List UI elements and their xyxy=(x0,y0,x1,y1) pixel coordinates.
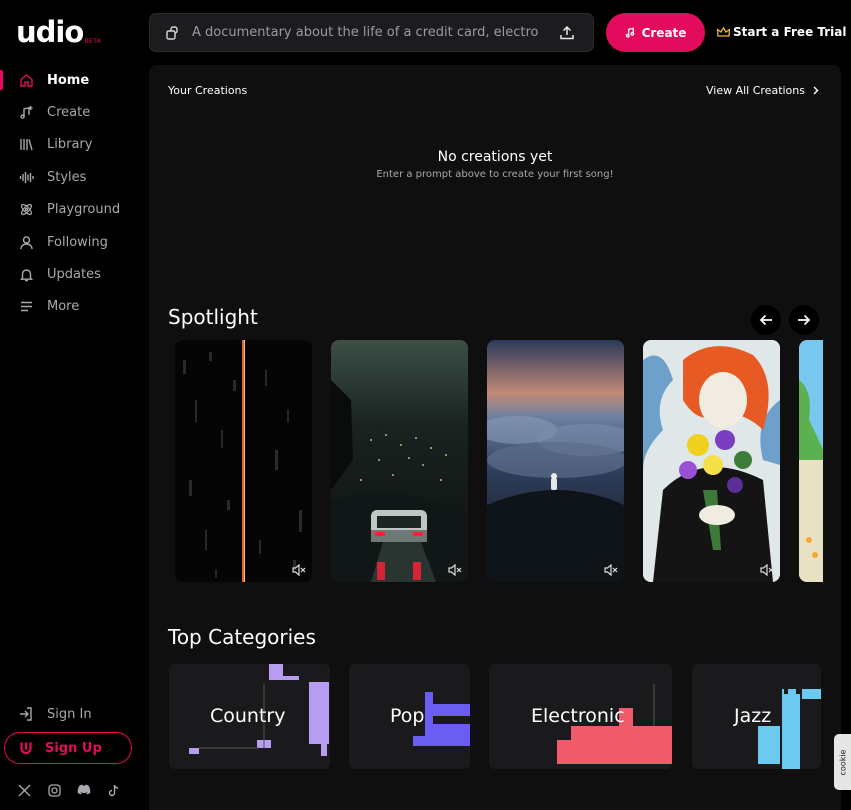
view-all-creations-link[interactable]: View All Creations xyxy=(706,84,819,97)
spotlight-card[interactable] xyxy=(487,340,624,582)
muted-icon[interactable] xyxy=(604,564,618,576)
sidebar-nav: Home Create Library Styles Playground Followi… xyxy=(0,64,140,323)
menu-icon xyxy=(18,299,34,315)
sidebar-item-label: Updates xyxy=(47,267,101,283)
udio-logo[interactable]: udio BETA xyxy=(16,15,102,49)
instagram-icon[interactable] xyxy=(46,782,62,798)
sign-in-button[interactable]: Sign In xyxy=(18,706,92,722)
tiktok-icon[interactable] xyxy=(106,782,122,798)
cookie-label: cookie xyxy=(838,749,847,775)
create-button-label: Create xyxy=(641,25,687,40)
sidebar-item-label: Following xyxy=(47,234,108,250)
x-icon[interactable] xyxy=(16,782,32,798)
empty-state-title: No creations yet xyxy=(437,149,553,165)
sidebar-item-library[interactable]: Library xyxy=(0,129,140,161)
cartoon-artwork xyxy=(799,340,823,582)
crown-icon xyxy=(717,26,730,37)
beta-badge: BETA xyxy=(84,38,102,45)
music-plus-icon xyxy=(18,105,34,121)
discord-icon[interactable] xyxy=(76,782,92,798)
spotlight-card[interactable] xyxy=(331,340,468,582)
bell-icon xyxy=(18,267,34,283)
spotlight-title: Spotlight xyxy=(168,305,258,329)
sidebar-item-updates[interactable]: Updates xyxy=(0,258,140,290)
arrow-right-icon xyxy=(798,314,811,326)
home-icon xyxy=(18,72,34,88)
prompt-options-icon[interactable] xyxy=(162,22,184,44)
cookie-settings-tab[interactable]: cookie xyxy=(834,734,851,790)
category-label: Jazz xyxy=(734,705,772,727)
top-categories-title: Top Categories xyxy=(168,625,316,649)
sidebar-item-label: Playground xyxy=(47,202,121,218)
waveform-icon xyxy=(18,169,34,185)
category-label: Electronic xyxy=(531,705,625,727)
category-card-pop[interactable]: Pop xyxy=(349,664,470,769)
prompt-bar xyxy=(149,13,594,52)
category-card-jazz[interactable]: Jazz xyxy=(692,664,821,769)
music-plus-icon xyxy=(625,27,634,38)
logo-wordmark: udio xyxy=(16,15,84,49)
sidebar-item-following[interactable]: Following xyxy=(0,226,140,258)
upload-icon[interactable] xyxy=(553,19,581,47)
flowers-portrait-artwork xyxy=(643,340,780,582)
muted-icon[interactable] xyxy=(760,564,774,576)
spotlight-card[interactable] xyxy=(175,340,312,582)
free-trial-link[interactable]: Start a Free Trial xyxy=(717,25,847,39)
muted-icon[interactable] xyxy=(448,564,462,576)
main-panel: Your Creations View All Creations No cre… xyxy=(149,65,841,810)
sign-up-label: Sign Up xyxy=(45,740,102,756)
category-card-country[interactable]: Country xyxy=(169,664,330,769)
sidebar-item-label: Create xyxy=(47,105,91,121)
view-all-label: View All Creations xyxy=(705,84,805,97)
spotlight-prev-button[interactable] xyxy=(751,305,781,335)
empty-state-subtitle: Enter a prompt above to create your firs… xyxy=(376,169,614,180)
spotlight-next-button[interactable] xyxy=(789,305,819,335)
category-label: Pop xyxy=(390,705,425,727)
library-icon xyxy=(18,137,34,153)
sidebar-item-create[interactable]: Create xyxy=(0,96,140,128)
sidebar-item-label: Library xyxy=(47,137,93,153)
muted-icon[interactable] xyxy=(292,564,306,576)
sign-up-button[interactable]: Sign Up xyxy=(4,732,132,764)
sidebar-item-label: Styles xyxy=(47,169,87,185)
create-button[interactable]: Create xyxy=(606,13,705,52)
night-city-artwork xyxy=(331,340,468,582)
category-label: Country xyxy=(210,705,286,727)
udio-mark-icon xyxy=(20,742,32,755)
your-creations-title: Your Creations xyxy=(168,84,248,97)
prompt-input[interactable] xyxy=(192,25,553,40)
spotlight-card[interactable] xyxy=(643,340,780,582)
sign-in-icon xyxy=(20,707,32,721)
arrow-left-icon xyxy=(759,314,772,326)
sidebar-item-styles[interactable]: Styles xyxy=(0,161,140,193)
user-icon xyxy=(18,234,34,250)
sidebar-item-label: Home xyxy=(47,72,90,88)
social-links xyxy=(16,782,122,798)
digital-rain-artwork xyxy=(175,340,312,582)
sidebar-item-label: More xyxy=(47,299,80,315)
clouds-astronaut-artwork xyxy=(487,340,624,582)
sign-in-label: Sign In xyxy=(47,706,92,722)
sidebar-item-more[interactable]: More xyxy=(0,291,140,323)
free-trial-label: Start a Free Trial xyxy=(733,25,847,39)
spotlight-card[interactable] xyxy=(799,340,823,582)
sidebar-item-playground[interactable]: Playground xyxy=(0,194,140,226)
category-card-electronic[interactable]: Electronic xyxy=(489,664,672,769)
chevron-right-icon xyxy=(813,86,819,95)
atom-icon xyxy=(18,202,34,218)
sidebar-item-home[interactable]: Home xyxy=(0,64,140,96)
